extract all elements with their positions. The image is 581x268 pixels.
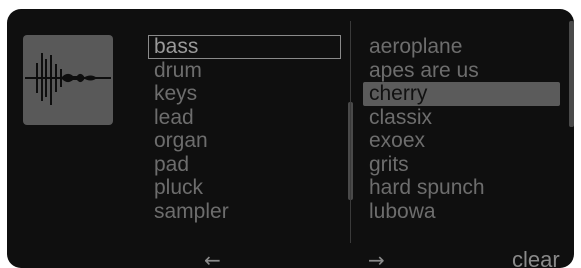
preset-item-hard-spunch[interactable]: hard spunch: [363, 176, 560, 200]
preset-item-lubowa[interactable]: lubowa: [363, 200, 560, 224]
preset-scrollbar[interactable]: [569, 21, 574, 127]
next-page-button[interactable]: →: [368, 248, 385, 268]
category-item-keys[interactable]: keys: [148, 82, 341, 106]
preset-browser-panel: bass drum keys lead organ pad pluck samp…: [7, 9, 574, 268]
preset-thumbnail: [23, 35, 113, 125]
preset-item-grits[interactable]: grits: [363, 153, 560, 177]
preset-item-cherry[interactable]: cherry: [363, 82, 560, 106]
category-item-pluck[interactable]: pluck: [148, 176, 341, 200]
clear-button[interactable]: clear: [512, 248, 560, 268]
waveform-icon: [25, 53, 111, 105]
preset-item-apes-are-us[interactable]: apes are us: [363, 59, 560, 83]
category-item-drum[interactable]: drum: [148, 59, 341, 83]
category-item-sampler[interactable]: sampler: [148, 200, 341, 224]
previous-page-button[interactable]: ←: [204, 248, 221, 268]
category-item-bass[interactable]: bass: [148, 35, 341, 59]
preset-item-exoex[interactable]: exoex: [363, 129, 560, 153]
category-item-lead[interactable]: lead: [148, 106, 341, 130]
preset-item-aeroplane[interactable]: aeroplane: [363, 35, 560, 59]
preset-item-classix[interactable]: classix: [363, 106, 560, 130]
preset-list: aeroplane apes are us cherry classix exo…: [363, 35, 560, 223]
category-item-pad[interactable]: pad: [148, 153, 341, 177]
category-list: bass drum keys lead organ pad pluck samp…: [148, 35, 341, 223]
category-item-organ[interactable]: organ: [148, 129, 341, 153]
list-divider: [350, 21, 351, 243]
